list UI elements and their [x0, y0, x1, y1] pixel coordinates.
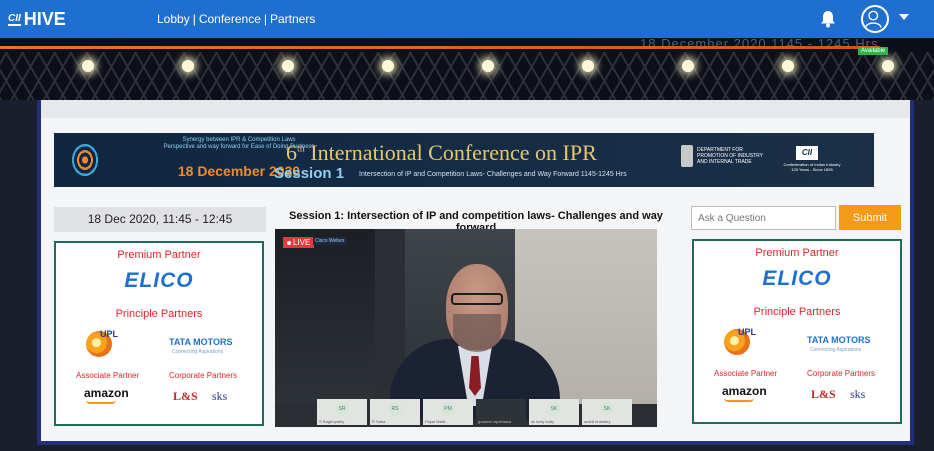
panel-header-strip — [41, 100, 910, 118]
ask-question-input[interactable] — [691, 206, 836, 230]
dpiit-label: DEPARTMENT FOR PROMOTION OF INDUSTRY AND… — [697, 147, 763, 165]
premium-partner-heading: Premium Partner — [755, 247, 839, 259]
tata-motors-logo[interactable]: TATA MOTORS — [169, 337, 233, 347]
webex-label: Cisco Webex — [313, 237, 347, 245]
live-badge: LIVE — [283, 237, 315, 248]
corporate-partners-heading: Corporate Partners — [169, 371, 238, 380]
upl-logo-text: UPL — [100, 329, 118, 339]
conference-banner: Synergy between IPR & Competition Laws P… — [54, 133, 874, 187]
cii-subtitle: Confederation of Indian Industry 125 Yea… — [783, 162, 841, 172]
corporate-partners-heading: Corporate Partners — [807, 369, 876, 378]
banner-title-rest: International Conference on IPR — [304, 140, 597, 165]
lns-logo[interactable]: L&S — [173, 389, 198, 404]
banner-title: 6th International Conference on IPR — [286, 140, 597, 166]
upl-logo-text: UPL — [738, 327, 756, 337]
cii-hive-logo[interactable]: CII HIVE — [8, 9, 66, 30]
elico-logo[interactable]: ELICO — [56, 269, 262, 293]
banner-session: Session 1 — [274, 165, 345, 182]
stage-light — [82, 60, 94, 72]
stage-light — [882, 60, 894, 72]
stage-lights-backdrop: 18 December 2020 1145 - 1245 Hrs Availab… — [0, 38, 934, 100]
tata-motors-logo[interactable]: TATA MOTORS — [807, 335, 871, 345]
stage-light — [482, 60, 494, 72]
participant-tile[interactable]: RS R Saha — [370, 399, 420, 425]
video-bg-left — [275, 229, 375, 404]
stage-light — [782, 60, 794, 72]
amazon-smile-icon — [724, 398, 754, 402]
nav-conference[interactable]: Conference — [199, 12, 261, 26]
participant-tile[interactable]: PM Payal Malik — [423, 399, 473, 425]
cii-logo: CII — [796, 146, 818, 160]
nav-lobby[interactable]: Lobby — [157, 12, 190, 26]
banner-subtitle: Intersection of IP and Competition Laws-… — [359, 171, 627, 178]
participant-initials: SK — [600, 402, 614, 416]
participant-name: R Saha — [372, 419, 386, 424]
banner-title-suffix: th — [297, 143, 305, 155]
logo-hive-text: HIVE — [23, 9, 66, 29]
associate-partner-heading: Associate Partner — [76, 371, 140, 380]
partners-panel-right: Premium Partner ELICO Principle Partners… — [692, 239, 902, 424]
participant-name: gowami rajoshiana — [478, 419, 512, 424]
stage-truss — [0, 52, 934, 100]
nav-partners[interactable]: Partners — [270, 12, 315, 26]
principle-partners-heading: Principle Partners — [753, 306, 841, 318]
participant-name: sk kutty kutty — [531, 419, 555, 424]
sks-logo[interactable]: sks — [212, 389, 227, 404]
participant-initials: SK — [547, 402, 561, 416]
available-badge: Available — [858, 47, 889, 55]
participant-tile[interactable]: SK sk kutty kutty — [529, 399, 579, 425]
chevron-down-icon[interactable] — [899, 14, 909, 20]
orange-accent-line — [0, 46, 880, 49]
elico-logo[interactable]: ELICO — [694, 267, 900, 291]
stage-light — [582, 60, 594, 72]
participant-initials: SR — [335, 402, 349, 416]
amazon-logo[interactable]: amazon — [84, 386, 129, 400]
live-video-player[interactable]: LIVE Cisco Webex SR S Raghupathy RS R Saha… — [275, 229, 657, 427]
participant-initials: PM — [441, 402, 455, 416]
banner-title-number: 6 — [286, 140, 297, 165]
fingerprint-icon — [68, 139, 102, 181]
stage-light — [382, 60, 394, 72]
stage-light — [682, 60, 694, 72]
partners-panel-left: Premium Partner ELICO Principle Partners… — [54, 241, 264, 426]
premium-partner-heading: Premium Partner — [117, 249, 201, 261]
user-avatar-icon[interactable] — [861, 5, 889, 33]
speaker-glasses — [451, 293, 503, 305]
participant-name: Payal Malik — [425, 419, 446, 424]
principle-partners-heading: Principle Partners — [115, 308, 203, 320]
lns-logo[interactable]: L&S — [811, 387, 836, 402]
national-emblem-icon — [681, 145, 693, 167]
logo-cii-text: CII — [8, 13, 21, 26]
participant-name: S Raghupathy — [319, 419, 345, 424]
tata-motors-tagline: Connecting Aspirations — [810, 347, 862, 353]
participant-tile[interactable]: SR S Raghupathy — [317, 399, 367, 425]
tata-motors-tagline: Connecting Aspirations — [172, 349, 224, 355]
nav-separator: | — [192, 12, 196, 26]
nav-separator: | — [263, 12, 267, 26]
amazon-logo[interactable]: amazon — [722, 384, 767, 398]
top-nav-bar: CII HIVE Lobby | Conference | Partners — [0, 0, 934, 38]
stage-light — [282, 60, 294, 72]
speaker-beard — [453, 314, 501, 352]
live-label: LIVE — [293, 238, 311, 247]
bell-icon[interactable] — [820, 10, 836, 28]
participant-tile[interactable]: SK sushil khandey — [582, 399, 632, 425]
live-dot-icon — [287, 240, 291, 245]
participant-initials: RS — [388, 402, 402, 416]
sks-logo[interactable]: sks — [850, 387, 865, 402]
associate-partner-heading: Associate Partner — [714, 369, 778, 378]
participant-name: sushil khandey — [584, 419, 611, 424]
participant-strip: SR S Raghupathy RS R Saha PM Payal Malik go… — [317, 399, 637, 425]
stage-light — [182, 60, 194, 72]
faded-date-text: 18 December 2020 1145 - 1245 Hrs — [640, 38, 879, 51]
participant-tile[interactable]: gowami rajoshiana — [476, 399, 526, 425]
session-datetime: 18 Dec 2020, 11:45 - 12:45 — [54, 207, 266, 232]
submit-question-button[interactable]: Submit — [839, 205, 901, 230]
amazon-smile-icon — [86, 400, 116, 404]
main-nav: Lobby | Conference | Partners — [157, 12, 315, 26]
